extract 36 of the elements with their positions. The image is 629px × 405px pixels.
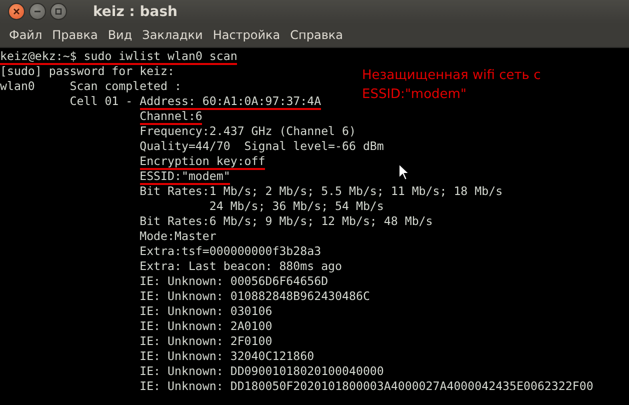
maximize-icon[interactable]: [50, 3, 67, 20]
terminal-text: keiz@ekz:~$ sudo iwlist wlan0 scan: [0, 49, 238, 65]
terminal-text: IE: Unknown: 2F0100: [140, 334, 272, 348]
menu-item[interactable]: Правка: [47, 28, 103, 42]
close-icon[interactable]: [8, 3, 25, 20]
terminal-text: ESSID:"modem": [140, 169, 230, 185]
window-title: keiz : bash: [93, 4, 178, 20]
terminal-text: IE: Unknown: DD180050F2020101800003A4000027A4000042435E0062322F00: [140, 379, 594, 393]
terminal-text: 24 Mb/s; 36 Mb/s; 54 Mb/s: [209, 199, 384, 213]
menu-item[interactable]: Закладки: [137, 28, 208, 42]
terminal-text: Bit Rates:6 Mb/s; 9 Mb/s; 12 Mb/s; 48 Mb/s: [140, 214, 433, 228]
menu-item[interactable]: Файл: [4, 28, 48, 42]
mouse-pointer-icon: [398, 163, 410, 181]
annotation-text: Незащищенная wifi сеть с ESSID:"modem": [362, 67, 541, 104]
terminal-text: IE: Unknown: DD09001018020100040000: [140, 364, 384, 378]
terminal-text: Address: 60:A1:0A:97:37:4A: [140, 94, 322, 110]
terminal-text: wlan0 Scan completed :: [0, 79, 182, 93]
terminal-text: Bit Rates:1 Mb/s; 2 Mb/s; 5.5 Mb/s; 11 Mb/s; 18 Mb/s: [140, 184, 503, 198]
minimize-icon[interactable]: [29, 3, 46, 20]
menu-item[interactable]: Вид: [102, 28, 138, 42]
terminal-text: IE: Unknown: 00056D6F64656D: [140, 274, 328, 288]
terminal-text: Extra: Last beacon: 880ms ago: [140, 259, 342, 273]
terminal-text: Extra:tsf=000000000f3b28a3: [140, 244, 322, 258]
terminal-text: IE: Unknown: 030106: [140, 304, 272, 318]
terminal-text: Quality=44/70 Signal level=-66 dBm: [140, 139, 384, 153]
terminal-text: [sudo] password for keiz:: [0, 64, 175, 78]
terminal-text: Channel:6: [140, 109, 202, 125]
terminal-text: Frequency:2.437 GHz (Channel 6): [140, 124, 356, 138]
terminal-text: Mode:Master: [140, 229, 216, 243]
menu-item[interactable]: Справка: [285, 28, 348, 42]
terminal-text: Cell 01 -: [70, 94, 134, 108]
terminal-text: IE: Unknown: 010882848B962430486C: [140, 289, 370, 303]
terminal-text: IE: Unknown: 32040C121860: [140, 349, 314, 363]
terminal-text: Encryption key:off: [140, 154, 266, 170]
terminal-text: IE: Unknown: 2A0100: [140, 319, 272, 333]
menu-item[interactable]: Настройка: [208, 28, 286, 42]
